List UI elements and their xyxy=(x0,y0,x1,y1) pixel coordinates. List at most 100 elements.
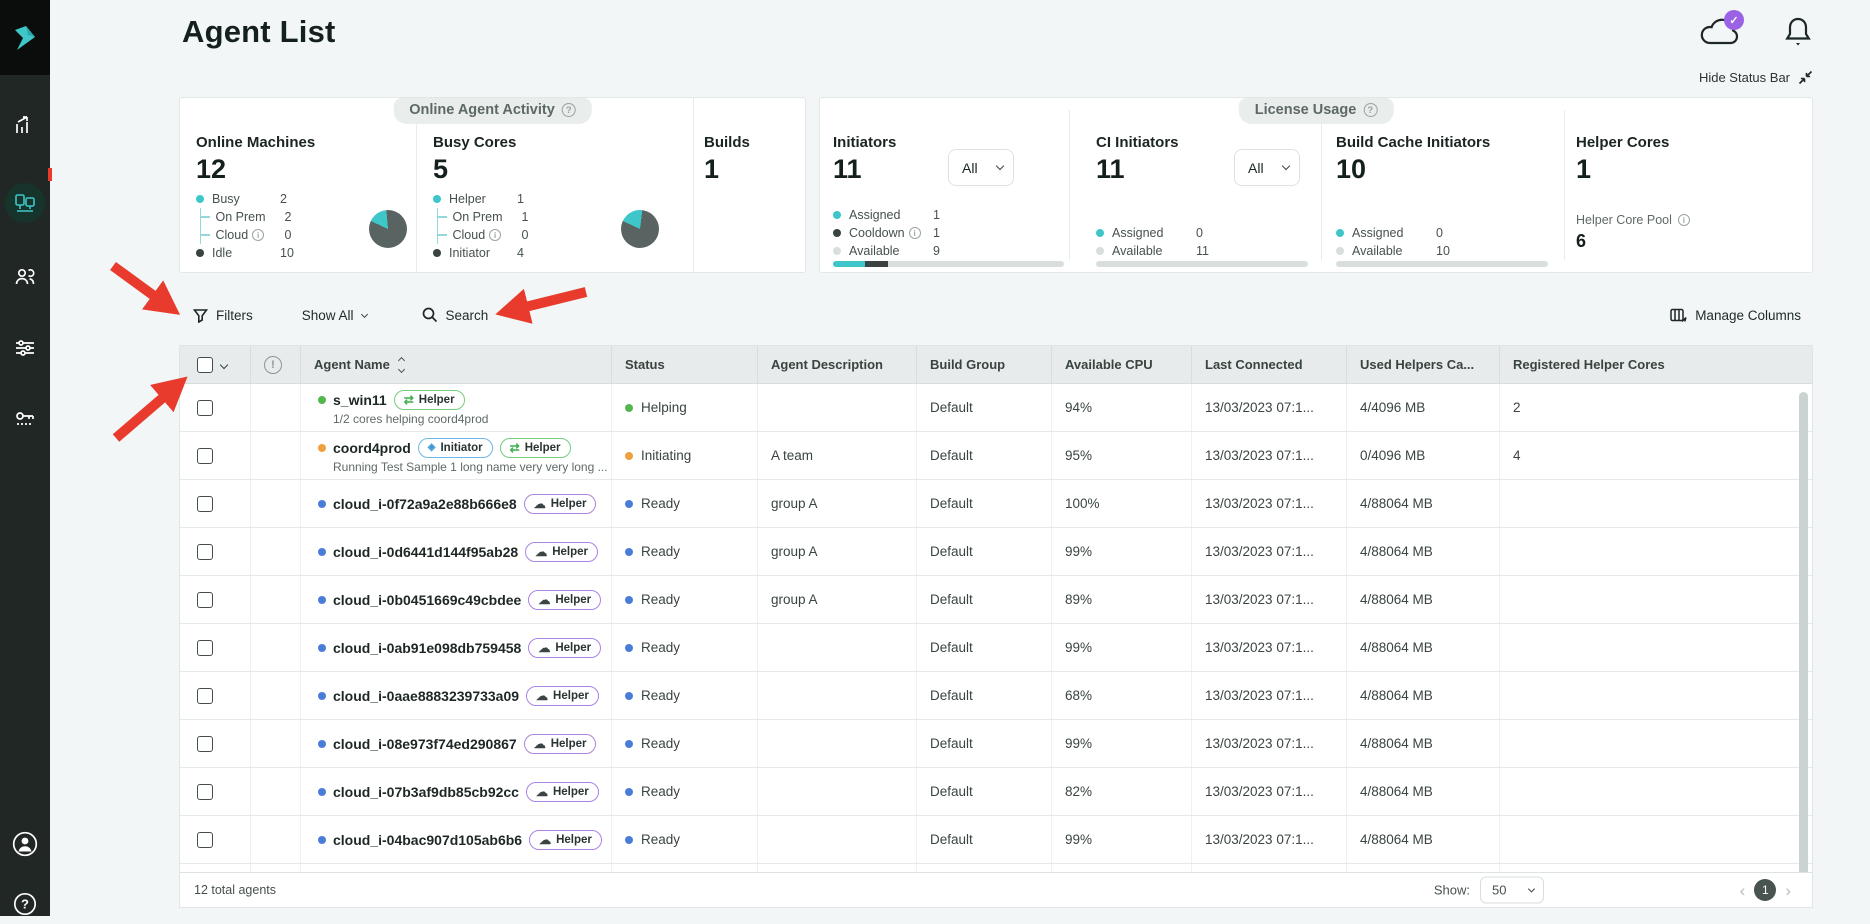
info-icon[interactable]: i xyxy=(489,229,501,241)
agent-name-cell[interactable]: s_win11⇄Helper1/2 cores helping coord4pr… xyxy=(301,384,612,431)
agent-name-cell[interactable]: cloud_i-0d6441d144f95ab28☁Helper xyxy=(301,528,612,575)
agent-status-dot xyxy=(318,644,326,652)
legend-label: Available xyxy=(1112,244,1196,258)
row-checkbox[interactable] xyxy=(197,688,213,704)
used-helpers-cell: 4/88064 MB xyxy=(1347,480,1500,527)
manage-columns-label: Manage Columns xyxy=(1695,308,1801,323)
agent-name-cell[interactable]: cloud_i-08e973f74ed290867☁Helper xyxy=(301,720,612,767)
select-all-checkbox[interactable] xyxy=(197,357,213,373)
app-logo[interactable] xyxy=(0,0,50,75)
column-header-description[interactable]: Agent Description xyxy=(758,346,917,383)
info-icon[interactable]: i xyxy=(1678,214,1690,226)
agent-name-cell[interactable]: cloud_i-0f72a9a2e88b666e8☁Helper xyxy=(301,480,612,527)
cloud-status-button[interactable]: ✓ xyxy=(1698,16,1742,48)
info-icon[interactable]: ? xyxy=(562,103,576,117)
vertical-scrollbar[interactable] xyxy=(1799,392,1808,892)
legend-dot xyxy=(433,195,441,203)
notifications-button[interactable] xyxy=(1784,15,1812,47)
legend-dot xyxy=(833,211,841,219)
agent-name[interactable]: cloud_i-08e973f74ed290867 xyxy=(333,736,517,752)
agent-name[interactable]: cloud_i-0aae8883239733a09 xyxy=(333,688,519,704)
chevron-down-icon xyxy=(1282,162,1290,170)
divider xyxy=(1564,110,1565,260)
status-cell: Ready xyxy=(612,480,758,527)
agent-name[interactable]: cloud_i-0f72a9a2e88b666e8 xyxy=(333,496,517,512)
sidebar-item-analytics[interactable] xyxy=(0,105,50,145)
sidebar-item-users[interactable] xyxy=(0,257,50,297)
agent-name-cell[interactable]: cloud_i-04bac907d105ab6b6 ☁Helper xyxy=(301,816,612,863)
card-value: 1 xyxy=(1576,154,1669,185)
sidebar-item-settings[interactable] xyxy=(0,328,50,368)
next-page-button[interactable]: › xyxy=(1785,882,1791,899)
legend-label: On Prem xyxy=(453,210,522,224)
agent-name-line: s_win11⇄Helper xyxy=(318,390,465,410)
agent-name[interactable]: cloud_i-07b3af9db85cb92cc xyxy=(333,784,519,800)
filter-select[interactable]: All xyxy=(1234,149,1300,186)
agent-name[interactable]: cloud_i-0b0451669c49cbdee xyxy=(333,592,521,608)
agent-name-cell[interactable]: coord4prod◈Initiator⇄HelperRunning Test … xyxy=(301,432,612,479)
sidebar-item-profile[interactable] xyxy=(0,824,50,864)
legend-row: Cloudi0 xyxy=(438,226,542,244)
cloud-helper-badge: ☁Helper xyxy=(529,830,602,850)
row-checkbox[interactable] xyxy=(197,784,213,800)
used-helpers-cell: 4/88064 MB xyxy=(1347,720,1500,767)
filter-select[interactable]: All xyxy=(948,149,1014,186)
column-header-cpu[interactable]: Available CPU xyxy=(1052,346,1192,383)
row-checkbox[interactable] xyxy=(197,544,213,560)
row-checkbox[interactable] xyxy=(197,640,213,656)
sidebar-item-agents[interactable] xyxy=(5,183,45,223)
alert-icon[interactable]: ! xyxy=(264,356,282,374)
cloud-helper-badge-icon: ☁ xyxy=(535,546,547,558)
column-header-last-connected[interactable]: Last Connected xyxy=(1192,346,1347,383)
column-header-used-helpers[interactable]: Used Helpers Ca... xyxy=(1347,346,1500,383)
filters-button[interactable]: Filters xyxy=(193,308,253,323)
agent-name[interactable]: cloud_i-0d6441d144f95ab28 xyxy=(333,544,518,560)
usage-bar xyxy=(1336,261,1548,267)
sidebar-item-help[interactable]: ? xyxy=(0,884,50,924)
agent-name[interactable]: cloud_i-04bac907d105ab6b6 xyxy=(333,832,522,848)
cloud-helper-badge-icon: ☁ xyxy=(536,690,548,702)
row-checkbox[interactable] xyxy=(197,736,213,752)
prev-page-button[interactable]: ‹ xyxy=(1740,882,1746,899)
agent-name[interactable]: cloud_i-0ab91e098db759458 xyxy=(333,640,521,656)
row-checkbox[interactable] xyxy=(197,496,213,512)
legend-label: Cooldowni xyxy=(849,226,933,240)
last-connected-cell: 13/03/2023 07:1... xyxy=(1192,624,1347,671)
row-checkbox[interactable] xyxy=(197,592,213,608)
row-checkbox[interactable] xyxy=(197,400,213,416)
agent-name-cell[interactable]: cloud_i-0aae8883239733a09☁Helper xyxy=(301,672,612,719)
select-menu-chevron-icon[interactable] xyxy=(220,360,228,368)
agent-name-cell[interactable]: cloud_i-0b0451669c49cbdee☁Helper xyxy=(301,576,612,623)
hide-status-bar-button[interactable]: Hide Status Bar xyxy=(1699,70,1813,85)
agent-name[interactable]: s_win11 xyxy=(333,392,387,408)
divider xyxy=(1069,110,1070,260)
table-row: cloud_i-0ab91e098db759458☁HelperReadyDef… xyxy=(180,624,1812,672)
card-value: 5 xyxy=(433,154,693,185)
manage-columns-button[interactable]: Manage Columns xyxy=(1670,308,1801,323)
status-cell: Initiating xyxy=(612,432,758,479)
cpu-cell: 99% xyxy=(1052,528,1192,575)
column-header-build-group[interactable]: Build Group xyxy=(917,346,1052,383)
agent-name[interactable]: coord4prod xyxy=(333,440,411,456)
column-header-agent-name[interactable]: Agent Name xyxy=(301,346,612,383)
info-icon[interactable]: ? xyxy=(1363,103,1377,117)
agent-name-cell[interactable]: cloud_i-07b3af9db85cb92cc☁Helper xyxy=(301,768,612,815)
avatar-icon xyxy=(12,831,38,857)
search-button[interactable]: Search xyxy=(422,307,489,323)
show-label: Show: xyxy=(1434,883,1470,898)
row-checkbox[interactable] xyxy=(197,448,213,464)
column-header-registered-cores[interactable]: Registered Helper Cores xyxy=(1500,346,1812,383)
page-size-select[interactable]: 50 xyxy=(1480,877,1544,904)
legend-label: Idle xyxy=(212,246,280,260)
sort-icon[interactable] xyxy=(399,358,404,372)
info-icon[interactable]: i xyxy=(252,229,264,241)
sidebar-item-license[interactable] xyxy=(0,399,50,439)
show-all-dropdown[interactable]: Show All xyxy=(302,308,367,323)
online-activity-label: Online Agent Activity xyxy=(409,102,555,118)
info-icon[interactable]: i xyxy=(909,227,921,239)
column-header-status[interactable]: Status xyxy=(612,346,758,383)
row-select-cell xyxy=(180,768,251,815)
row-checkbox[interactable] xyxy=(197,832,213,848)
agent-name-cell[interactable]: cloud_i-0ab91e098db759458☁Helper xyxy=(301,624,612,671)
legend-dot xyxy=(1336,229,1344,237)
